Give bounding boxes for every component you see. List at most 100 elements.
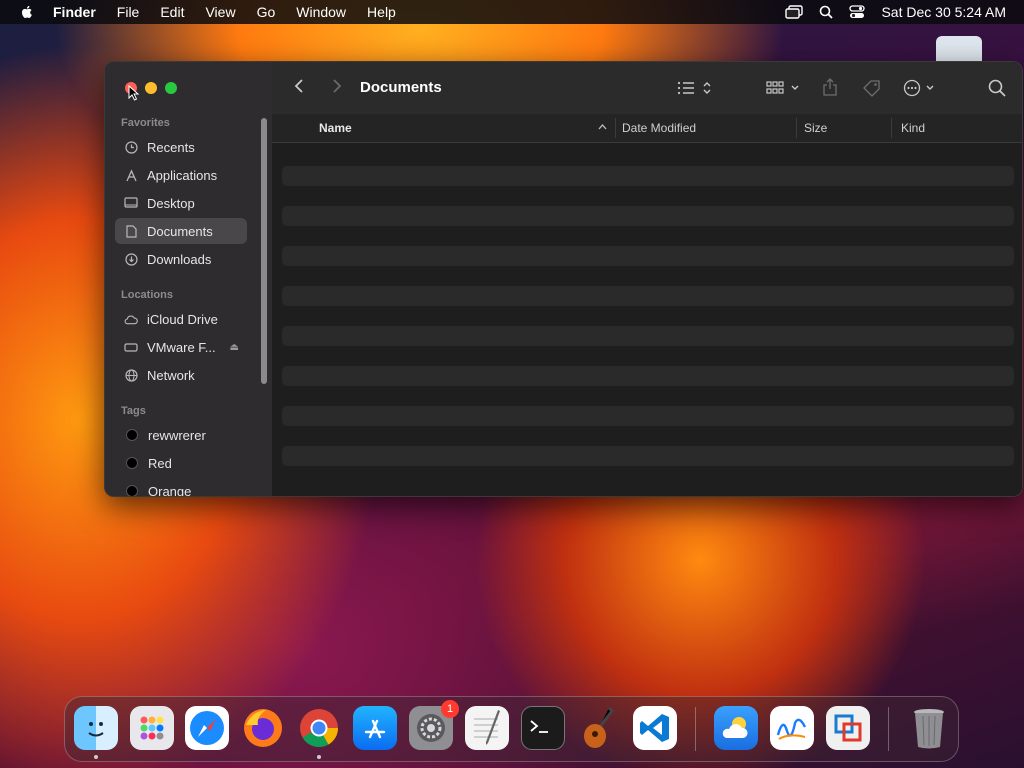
sidebar-item-label: rewwrerer bbox=[148, 427, 206, 443]
column-kind[interactable]: Kind bbox=[901, 121, 925, 135]
sidebar-item-label: Recents bbox=[147, 139, 195, 155]
sidebar-item-icloud-drive[interactable]: iCloud Drive bbox=[115, 306, 247, 332]
list-view-button[interactable] bbox=[677, 80, 713, 96]
column-divider[interactable] bbox=[891, 118, 892, 138]
back-button[interactable] bbox=[294, 78, 304, 94]
search-icon bbox=[988, 79, 1006, 97]
list-item[interactable] bbox=[282, 366, 1014, 386]
favorites-header: Favorites bbox=[121, 117, 170, 129]
apple-icon[interactable] bbox=[19, 4, 35, 20]
weather-icon[interactable] bbox=[714, 706, 758, 750]
menu-bar: Finder File Edit View Go Window Help Sat… bbox=[0, 0, 1024, 24]
main-content: Documents Name Date Modified Size Kind bbox=[272, 62, 1022, 496]
list-item[interactable] bbox=[282, 446, 1014, 466]
launchpad-icon[interactable] bbox=[130, 706, 174, 750]
search-button[interactable] bbox=[988, 79, 1006, 97]
chevron-left-icon bbox=[294, 79, 303, 93]
sidebar-item-label: Downloads bbox=[147, 251, 212, 267]
sidebar-item-label: iCloud Drive bbox=[147, 311, 218, 327]
textedit-icon[interactable] bbox=[465, 706, 509, 750]
system-settings-icon[interactable]: 1 bbox=[409, 700, 459, 750]
app-store-icon[interactable] bbox=[353, 706, 397, 750]
sort-ascending-icon[interactable] bbox=[598, 124, 607, 130]
sidebar: Favorites Recents Applications Desktop D… bbox=[105, 62, 273, 497]
share-button[interactable] bbox=[822, 78, 838, 97]
desktop-vmware-icon[interactable] bbox=[936, 36, 982, 62]
sidebar-item-downloads[interactable]: Downloads bbox=[115, 246, 247, 272]
control-center-icon[interactable] bbox=[849, 5, 866, 19]
column-date-modified[interactable]: Date Modified bbox=[622, 121, 696, 135]
terminal-icon[interactable] bbox=[521, 706, 565, 750]
chrome-icon[interactable] bbox=[297, 706, 341, 750]
sidebar-item-desktop[interactable]: Desktop bbox=[115, 190, 247, 216]
dock-separator bbox=[695, 707, 696, 751]
forward-button[interactable] bbox=[332, 78, 342, 94]
eject-icon[interactable]: ⏏ bbox=[230, 342, 239, 353]
sidebar-item-applications[interactable]: Applications bbox=[115, 162, 247, 188]
list-item[interactable] bbox=[282, 406, 1014, 426]
tag-dot-icon bbox=[126, 429, 138, 441]
column-divider[interactable] bbox=[796, 118, 797, 138]
column-size[interactable]: Size bbox=[804, 121, 827, 135]
menu-view[interactable]: View bbox=[205, 4, 235, 20]
dock: 1 bbox=[64, 696, 959, 762]
garageband-icon[interactable] bbox=[577, 706, 621, 750]
column-name[interactable]: Name bbox=[319, 121, 352, 135]
column-divider[interactable] bbox=[615, 118, 616, 138]
sidebar-item-label: Red bbox=[148, 455, 172, 471]
globe-icon bbox=[124, 368, 138, 382]
tag-dot-icon bbox=[126, 457, 138, 469]
menu-edit[interactable]: Edit bbox=[160, 4, 184, 20]
sidebar-item-label: Orange bbox=[148, 483, 192, 497]
sidebar-item-tag-red[interactable]: Red bbox=[115, 450, 247, 476]
vmware-fusion-icon[interactable] bbox=[826, 706, 870, 750]
window-title: Documents bbox=[360, 79, 442, 96]
menu-file[interactable]: File bbox=[117, 4, 140, 20]
firefox-icon[interactable] bbox=[241, 706, 285, 750]
list-item[interactable] bbox=[282, 286, 1014, 306]
menubar-clock[interactable]: Sat Dec 30 5:24 AM bbox=[881, 4, 1006, 20]
zoom-button[interactable] bbox=[165, 82, 177, 94]
menu-app-finder[interactable]: Finder bbox=[53, 4, 96, 20]
ellipsis-circle-icon bbox=[903, 79, 934, 97]
vscode-icon[interactable] bbox=[633, 706, 677, 750]
drive-icon bbox=[124, 340, 138, 354]
running-indicator bbox=[317, 755, 321, 759]
clock-icon bbox=[124, 140, 138, 154]
list-item[interactable] bbox=[282, 326, 1014, 346]
sidebar-item-network[interactable]: Network bbox=[115, 362, 247, 388]
sidebar-item-tag-rewwrerer[interactable]: rewwrerer bbox=[115, 422, 247, 448]
safari-icon[interactable] bbox=[185, 706, 229, 750]
menu-go[interactable]: Go bbox=[257, 4, 276, 20]
more-actions-button[interactable] bbox=[903, 79, 939, 97]
screen-mirroring-icon[interactable] bbox=[785, 5, 804, 19]
menu-window[interactable]: Window bbox=[296, 4, 346, 20]
sidebar-item-documents[interactable]: Documents bbox=[115, 218, 247, 244]
tag-button[interactable] bbox=[862, 79, 882, 97]
sidebar-item-label: Network bbox=[147, 367, 195, 383]
tag-dot-icon bbox=[126, 485, 138, 496]
menu-help[interactable]: Help bbox=[367, 4, 396, 20]
finder-icon[interactable] bbox=[74, 706, 118, 750]
dock-separator bbox=[888, 707, 889, 751]
toolbar: Documents bbox=[272, 62, 1022, 114]
finder-window: Favorites Recents Applications Desktop D… bbox=[104, 61, 1023, 497]
list-item[interactable] bbox=[282, 166, 1014, 186]
grid-icon bbox=[766, 81, 799, 94]
sidebar-item-tag-orange[interactable]: Orange bbox=[115, 478, 247, 497]
download-icon bbox=[124, 252, 138, 266]
sidebar-item-label: Documents bbox=[147, 223, 213, 239]
list-item[interactable] bbox=[282, 206, 1014, 226]
sidebar-item-label: Applications bbox=[147, 167, 218, 183]
list-item[interactable] bbox=[282, 246, 1014, 266]
trash-icon[interactable] bbox=[907, 706, 951, 750]
search-icon[interactable] bbox=[819, 5, 834, 19]
applications-icon bbox=[124, 168, 138, 182]
minimize-button[interactable] bbox=[145, 82, 157, 94]
sidebar-item-vmware[interactable]: VMware F... ⏏ bbox=[115, 334, 247, 360]
freeform-icon[interactable] bbox=[770, 706, 814, 750]
group-button[interactable] bbox=[766, 80, 802, 96]
sidebar-scrollbar[interactable] bbox=[261, 118, 267, 384]
sidebar-item-label: VMware F... bbox=[147, 339, 216, 355]
sidebar-item-recents[interactable]: Recents bbox=[115, 134, 247, 160]
